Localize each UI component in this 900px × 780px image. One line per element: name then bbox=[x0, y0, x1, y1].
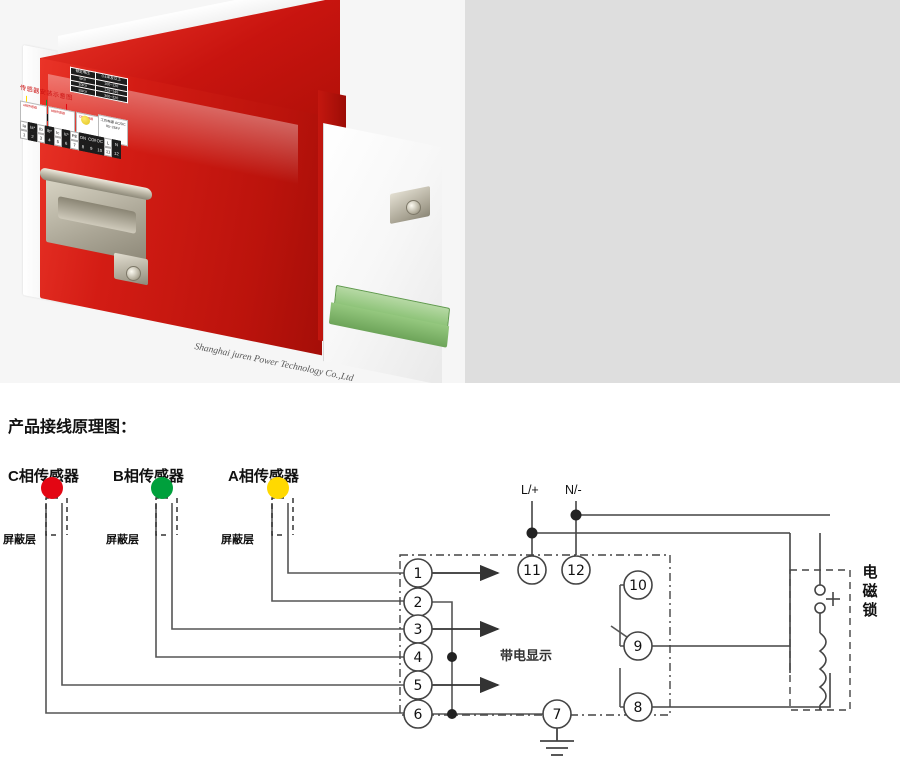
electromagnetic-lock-boundary bbox=[789, 569, 851, 711]
panel-terminal: PE 7 bbox=[70, 130, 79, 151]
sensor-box-label: A相传感器 bbox=[23, 103, 38, 110]
svg-text:3: 3 bbox=[414, 622, 423, 638]
panel-terminal: L 11 bbox=[103, 137, 113, 158]
svg-text:1: 1 bbox=[414, 566, 423, 582]
panel-terminal: Ib 3 bbox=[36, 123, 46, 144]
panel-terminal-number: 6 bbox=[61, 137, 71, 149]
screw-left bbox=[126, 266, 141, 281]
svg-text:7: 7 bbox=[553, 707, 562, 723]
wiring-diagram-section: 产品接线原理图： C相传感器 B相传感器 A相传感器 屏蔽层 屏蔽层 屏蔽层 L… bbox=[0, 383, 900, 780]
svg-text:6: 6 bbox=[414, 707, 423, 723]
svg-text:2: 2 bbox=[414, 595, 423, 611]
panel-terminal-number: 11 bbox=[103, 146, 113, 158]
panel-terminal: ON 8 bbox=[78, 132, 88, 153]
panel-terminal-number: 4 bbox=[45, 134, 54, 146]
panel-terminal-number: 1 bbox=[20, 129, 29, 141]
panel-terminal-number: 10 bbox=[95, 144, 104, 156]
tables-panel: 产品端子图 Ia Ia* Ib Ib* Ic Ic* PE ON COM OC … bbox=[465, 0, 900, 383]
svg-text:8: 8 bbox=[634, 700, 643, 716]
panel-terminal: Ia 1 bbox=[20, 120, 29, 141]
sensor-dot-c bbox=[41, 477, 63, 499]
screw-right bbox=[406, 200, 421, 215]
panel-terminal: Ia* 2 bbox=[28, 122, 37, 142]
product-photo: 传感器安装示意图 额定电压 0.4米及以上 6KV 100~120 10KV 1… bbox=[18, 0, 451, 386]
product-photo-panel: 传感器安装示意图 额定电压 0.4米及以上 6KV 100~120 10KV 1… bbox=[0, 0, 465, 386]
top-section: 传感器安装示意图 额定电压 0.4米及以上 6KV 100~120 10KV 1… bbox=[0, 0, 900, 386]
panel-terminal: Ic* 6 bbox=[61, 128, 71, 149]
panel-terminal-number: 9 bbox=[87, 143, 96, 154]
sensor-dot-a bbox=[267, 477, 289, 499]
panel-terminal-number: 12 bbox=[112, 148, 121, 159]
panel-terminal-number: 8 bbox=[78, 141, 88, 153]
panel-terminal: N 12 bbox=[112, 139, 121, 159]
svg-text:12: 12 bbox=[567, 563, 585, 579]
svg-text:9: 9 bbox=[634, 639, 643, 655]
panel-terminal: Ic 5 bbox=[53, 127, 62, 147]
panel-terminal-number: 5 bbox=[53, 136, 62, 147]
svg-text:4: 4 bbox=[414, 650, 423, 666]
panel-terminal-number: 3 bbox=[36, 132, 46, 144]
sensor-dot-b bbox=[151, 477, 173, 499]
product-label: 传感器安装示意图 额定电压 0.4米及以上 6KV 100~120 10KV 1… bbox=[18, 28, 130, 211]
svg-text:10: 10 bbox=[629, 578, 647, 594]
panel-terminal: COM 9 bbox=[87, 134, 98, 154]
sensor-box-label: B相传感器 bbox=[51, 108, 66, 116]
svg-text:11: 11 bbox=[523, 563, 541, 579]
spec-table: 额定电压 0.4米及以上 6KV 100~120 10KV 125~145 35… bbox=[70, 67, 128, 104]
front-panel-face bbox=[323, 123, 442, 386]
panel-terminal: Ib* 4 bbox=[45, 125, 54, 146]
svg-text:5: 5 bbox=[414, 678, 423, 694]
panel-terminal-number: 7 bbox=[70, 139, 79, 151]
panel-terminal: OC 10 bbox=[95, 135, 104, 156]
terminal-nodes: 1 2 3 4 5 6 7 8 9 10 11 12 bbox=[403, 555, 653, 729]
wiring-schematic: 1 2 3 4 5 6 7 8 9 10 11 12 bbox=[41, 477, 851, 756]
panel-terminal-number: 2 bbox=[28, 131, 37, 142]
